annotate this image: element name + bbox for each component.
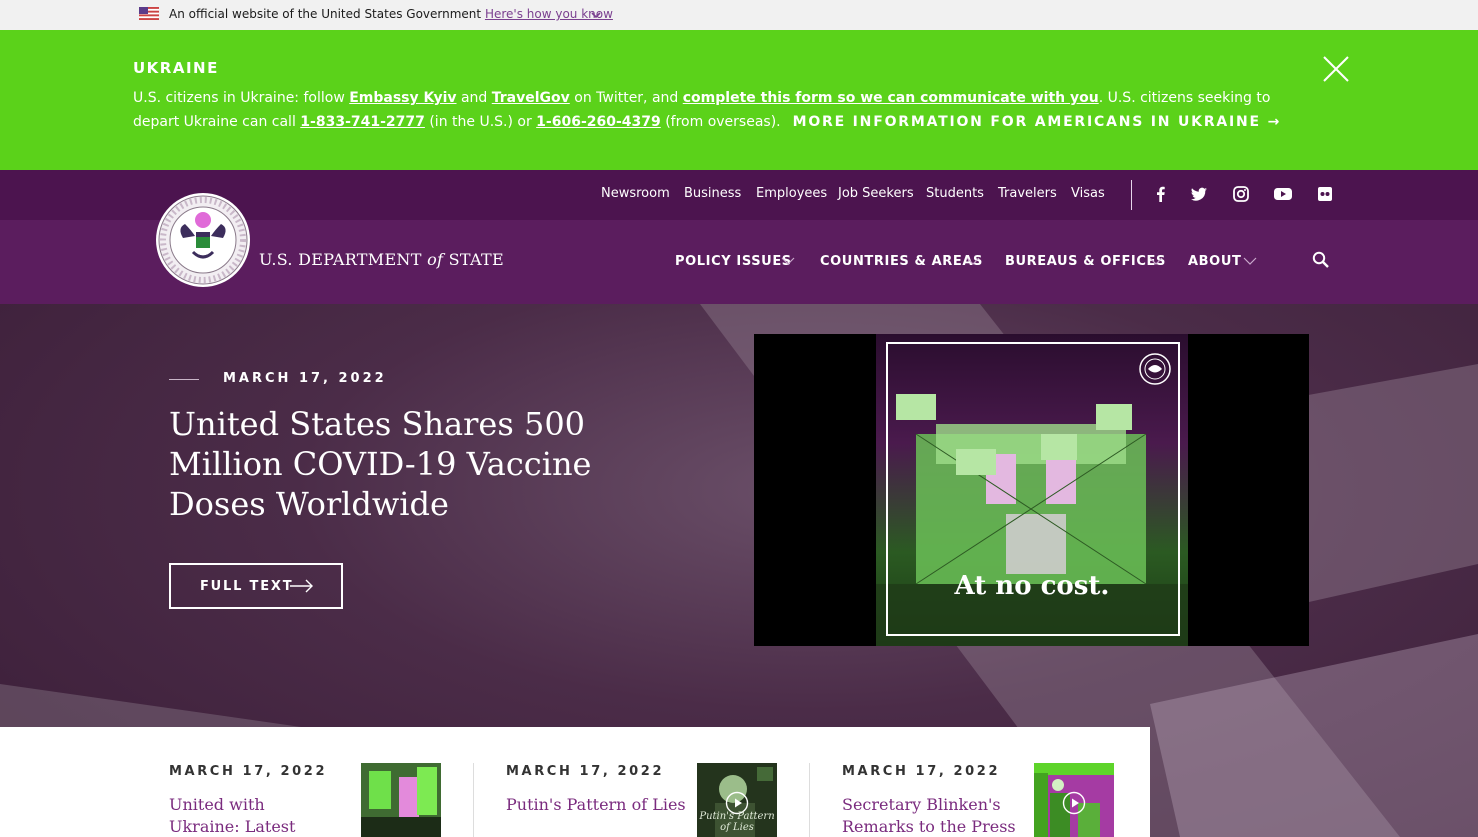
gov-banner-label: An official website of the United States…	[169, 7, 482, 21]
utility-link-job-seekers[interactable]: Job Seekers	[838, 186, 914, 201]
card-thumbnail[interactable]	[361, 763, 441, 837]
full-text-label: FULL TEXT	[200, 579, 294, 594]
contact-form-link[interactable]: complete this form so we can communicate…	[683, 90, 1099, 106]
nav-countries-areas[interactable]: COUNTRIES & AREAS	[820, 254, 983, 269]
site-header: Newsroom Business Employees Job Seekers …	[0, 170, 1478, 304]
brand-of: of	[427, 250, 444, 269]
chevron-down-icon[interactable]	[1149, 256, 1163, 266]
news-cards: MARCH 17, 2022 United with Ukraine: Late…	[0, 727, 1150, 837]
alert-text: (from overseas).	[660, 114, 781, 130]
brand-text: STATE	[443, 250, 504, 269]
card-thumbnail[interactable]	[1034, 763, 1114, 837]
department-seal-logo[interactable]	[155, 192, 251, 288]
brand-text: U.S. DEPARTMENT	[259, 250, 428, 269]
alert-text: U.S. citizens in Ukraine: follow	[133, 90, 350, 106]
close-icon[interactable]	[1320, 53, 1352, 85]
video-caption: At no cost.	[954, 571, 1110, 601]
utility-link-business[interactable]: Business	[684, 186, 741, 201]
utility-divider	[1131, 180, 1132, 210]
full-text-button[interactable]: FULL TEXT	[169, 563, 343, 609]
card-date: MARCH 17, 2022	[169, 764, 328, 779]
site-brand[interactable]: U.S. DEPARTMENT of STATE	[259, 250, 504, 269]
card-divider	[473, 763, 474, 837]
embassy-kyiv-link[interactable]: Embassy Kyiv	[349, 90, 456, 106]
utility-link-employees[interactable]: Employees	[756, 186, 827, 201]
hero-video-player[interactable]: At no cost.	[754, 334, 1309, 646]
card-divider	[809, 763, 810, 837]
more-info-ukraine-link[interactable]: MORE INFORMATION FOR AMERICANS IN UKRAIN…	[793, 114, 1282, 130]
utility-link-students[interactable]: Students	[926, 186, 984, 201]
official-gov-banner: An official website of the United States…	[0, 0, 1478, 30]
alert-title: UKRAINE	[133, 59, 219, 77]
hero-title[interactable]: United States Shares 500 Million COVID-1…	[169, 404, 639, 524]
alert-body: U.S. citizens in Ukraine: follow Embassy…	[133, 86, 1303, 134]
phone-overseas-link[interactable]: 1-606-260-4379	[536, 114, 661, 130]
alert-text: (in the U.S.) or	[424, 114, 537, 130]
nav-bureaus-offices[interactable]: BUREAUS & OFFICES	[1005, 254, 1166, 269]
chevron-down-icon[interactable]	[1243, 256, 1257, 266]
flickr-icon[interactable]	[1316, 185, 1334, 203]
card-thumbnail[interactable]: Putin's Pattern of Lies	[697, 763, 777, 837]
ukraine-flags-image	[361, 763, 441, 837]
hero-date: MARCH 17, 2022	[223, 371, 387, 386]
card-title[interactable]: Secretary Blinken's Remarks to the Press	[842, 794, 1017, 837]
date-rule	[169, 379, 199, 380]
gov-banner-text: An official website of the United States…	[169, 7, 613, 22]
arrow-right-icon	[290, 579, 313, 593]
nav-policy-issues[interactable]: POLICY ISSUES	[675, 254, 792, 269]
utility-link-newsroom[interactable]: Newsroom	[601, 186, 670, 201]
card-title[interactable]: Putin's Pattern of Lies	[506, 794, 686, 816]
card-date: MARCH 17, 2022	[506, 764, 665, 779]
chevron-down-icon[interactable]	[966, 256, 980, 266]
thumbnail-caption: Putin's Pattern of Lies	[699, 811, 775, 833]
search-icon[interactable]	[1311, 250, 1331, 270]
chevron-down-icon[interactable]	[781, 256, 795, 266]
utility-link-travelers[interactable]: Travelers	[998, 186, 1057, 201]
facebook-icon[interactable]	[1152, 185, 1170, 203]
us-flag-icon	[139, 7, 159, 20]
nav-about[interactable]: ABOUT	[1188, 254, 1241, 269]
ukraine-alert: UKRAINE U.S. citizens in Ukraine: follow…	[0, 30, 1478, 170]
alert-text: on Twitter, and	[569, 90, 683, 106]
play-icon	[1062, 791, 1086, 815]
travelgov-link[interactable]: TravelGov	[492, 90, 570, 106]
seal-watermark-icon	[1139, 353, 1171, 385]
card-title[interactable]: United with Ukraine: Latest Updates	[169, 794, 339, 837]
card-date: MARCH 17, 2022	[842, 764, 1001, 779]
instagram-icon[interactable]	[1232, 185, 1250, 203]
chevron-down-icon[interactable]	[590, 10, 602, 20]
phone-us-link[interactable]: 1-833-741-2777	[300, 114, 425, 130]
twitter-icon[interactable]	[1190, 185, 1208, 203]
video-frame: At no cost.	[876, 334, 1188, 646]
utility-link-visas[interactable]: Visas	[1071, 186, 1105, 201]
youtube-icon[interactable]	[1273, 185, 1293, 203]
alert-text: and	[456, 90, 492, 106]
